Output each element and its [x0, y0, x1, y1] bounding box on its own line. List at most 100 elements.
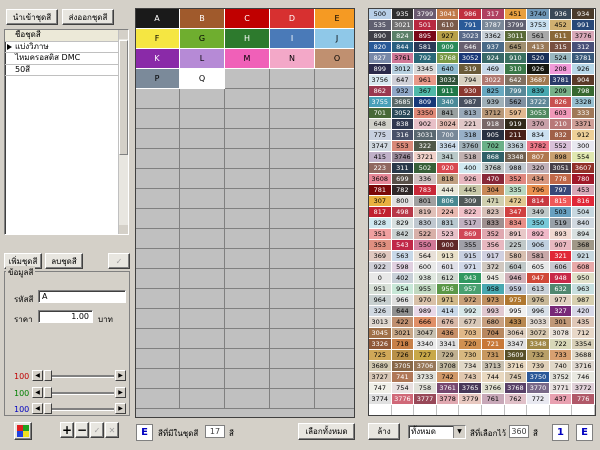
- palette-empty-slot[interactable]: [136, 129, 180, 149]
- palette-empty-slot[interactable]: [315, 109, 354, 129]
- palette-empty-slot[interactable]: [270, 249, 315, 269]
- color-grid-cell[interactable]: 613: [527, 284, 550, 295]
- color-grid-cell[interactable]: 798: [572, 86, 595, 97]
- color-grid-cell[interactable]: 470: [482, 174, 505, 185]
- color-grid-cell[interactable]: 680: [482, 317, 505, 328]
- color-grid-cell[interactable]: 3053: [527, 108, 550, 119]
- color-grid-cell[interactable]: 3781: [572, 53, 595, 64]
- palette-swatch[interactable]: I: [270, 29, 315, 49]
- color-grid-cell[interactable]: 895: [414, 31, 437, 42]
- color-grid-empty-cell[interactable]: [369, 405, 392, 415]
- color-grid-cell[interactable]: 3799: [504, 20, 528, 31]
- color-grid-cell[interactable]: 720: [459, 339, 482, 350]
- color-grid-empty-cell[interactable]: [527, 405, 550, 415]
- color-grid-cell[interactable]: 469: [482, 64, 505, 75]
- color-grid-cell[interactable]: 601: [436, 262, 460, 273]
- color-grid-cell[interactable]: 435: [572, 317, 595, 328]
- color-grid-cell[interactable]: 3687: [527, 75, 550, 86]
- palette-empty-slot[interactable]: [180, 209, 225, 229]
- color-grid-cell[interactable]: 818: [436, 174, 460, 185]
- color-grid-cell[interactable]: 3688: [572, 350, 595, 361]
- color-grid-cell[interactable]: 950: [572, 273, 595, 284]
- remove-color-icon[interactable]: −: [75, 422, 89, 438]
- color-grid-cell[interactable]: 552: [549, 141, 573, 152]
- color-grid-empty-cell[interactable]: [436, 405, 460, 415]
- color-grid-cell[interactable]: 948: [549, 273, 573, 284]
- color-grid-cell[interactable]: 3772: [572, 383, 595, 394]
- palette-empty-slot[interactable]: [225, 249, 270, 269]
- color-grid-cell[interactable]: 3712: [482, 108, 505, 119]
- color-grid-cell[interactable]: 612: [436, 273, 460, 284]
- color-grid-cell[interactable]: 3341: [436, 339, 460, 350]
- color-grid-empty-cell[interactable]: [504, 405, 528, 415]
- color-grid-cell[interactable]: 699: [391, 174, 415, 185]
- color-grid-cell[interactable]: 335: [504, 185, 528, 196]
- color-grid-cell[interactable]: 806: [436, 196, 460, 207]
- color-grid-cell[interactable]: 898: [549, 152, 573, 163]
- color-grid-cell[interactable]: 522: [414, 229, 437, 240]
- color-grid-cell[interactable]: 3716: [504, 361, 528, 372]
- palette-empty-slot[interactable]: [225, 289, 270, 309]
- color-grid-cell[interactable]: 3326: [369, 339, 392, 350]
- color-grid-cell[interactable]: 3364: [436, 141, 460, 152]
- color-grid-cell[interactable]: 778: [549, 174, 573, 185]
- palette-empty-slot[interactable]: [225, 309, 270, 329]
- color-grid-empty-cell[interactable]: [391, 405, 415, 415]
- color-grid-cell[interactable]: 732: [527, 350, 550, 361]
- color-grid-cell[interactable]: 0: [369, 273, 392, 284]
- color-grid-cell[interactable]: 825: [482, 86, 505, 97]
- color-grid-empty-cell[interactable]: [459, 405, 482, 415]
- color-grid-cell[interactable]: 783: [414, 185, 437, 196]
- color-grid-cell[interactable]: 921: [572, 251, 595, 262]
- color-grid-cell[interactable]: 826: [549, 97, 573, 108]
- color-grid-empty-cell[interactable]: [482, 405, 505, 415]
- color-grid-cell[interactable]: 3708: [436, 361, 460, 372]
- color-grid-cell[interactable]: 996: [527, 306, 550, 317]
- palette-empty-slot[interactable]: [180, 189, 225, 209]
- color-grid-cell[interactable]: 775: [369, 130, 392, 141]
- color-grid-cell[interactable]: 742: [436, 372, 460, 383]
- scroll-down-arrow-icon[interactable]: [119, 225, 128, 234]
- color-grid-cell[interactable]: 326: [369, 306, 392, 317]
- color-grid-cell[interactable]: 807: [527, 152, 550, 163]
- palette-empty-slot[interactable]: [225, 269, 270, 289]
- color-grid-cell[interactable]: 341: [436, 152, 460, 163]
- color-grid-cell[interactable]: 648: [369, 119, 392, 130]
- color-grid-cell[interactable]: 970: [414, 295, 437, 306]
- color-grid-cell[interactable]: 932: [391, 86, 415, 97]
- delete-color-set-button[interactable]: ลบชุดสี: [45, 253, 83, 269]
- color-grid-cell[interactable]: 902: [414, 119, 437, 130]
- color-grid-cell[interactable]: 562: [504, 97, 528, 108]
- color-grid-cell[interactable]: 3348: [504, 152, 528, 163]
- palette-swatch[interactable]: C: [225, 9, 270, 29]
- color-grid-cell[interactable]: 991: [572, 20, 595, 31]
- color-grid-cell[interactable]: 3740: [527, 9, 550, 20]
- color-grid-cell[interactable]: 809: [414, 97, 437, 108]
- color-grid-cell[interactable]: 971: [436, 295, 460, 306]
- palette-empty-slot[interactable]: [136, 249, 180, 269]
- color-grid-cell[interactable]: 550: [414, 240, 437, 251]
- color-grid-cell[interactable]: 926: [459, 174, 482, 185]
- color-grid-cell[interactable]: 827: [369, 53, 392, 64]
- color-grid-cell[interactable]: 3746: [391, 152, 415, 163]
- color-grid-cell[interactable]: 915: [459, 251, 482, 262]
- color-grid-cell[interactable]: 794: [459, 75, 482, 86]
- palette-empty-slot[interactable]: [225, 109, 270, 129]
- palette-empty-slot[interactable]: [315, 229, 354, 249]
- color-grid-cell[interactable]: 3713: [482, 361, 505, 372]
- color-grid-cell[interactable]: 3362: [482, 31, 505, 42]
- palette-empty-slot[interactable]: [136, 269, 180, 289]
- palette-empty-slot[interactable]: [136, 309, 180, 329]
- color-grid-cell[interactable]: 605: [527, 262, 550, 273]
- color-grid-cell[interactable]: 971: [459, 262, 482, 273]
- color-grid-cell[interactable]: 894: [572, 229, 595, 240]
- color-grid-cell[interactable]: 422: [391, 317, 415, 328]
- color-grid-cell[interactable]: 792: [414, 53, 437, 64]
- color-grid-cell[interactable]: 543: [391, 240, 415, 251]
- color-grid-cell[interactable]: 3072: [527, 328, 550, 339]
- color-grid-cell[interactable]: 934: [572, 9, 595, 20]
- palette-empty-slot[interactable]: [136, 389, 180, 409]
- color-grid-cell[interactable]: 3756: [369, 75, 392, 86]
- color-grid-cell[interactable]: 702: [482, 141, 505, 152]
- palette-empty-slot[interactable]: [315, 369, 354, 389]
